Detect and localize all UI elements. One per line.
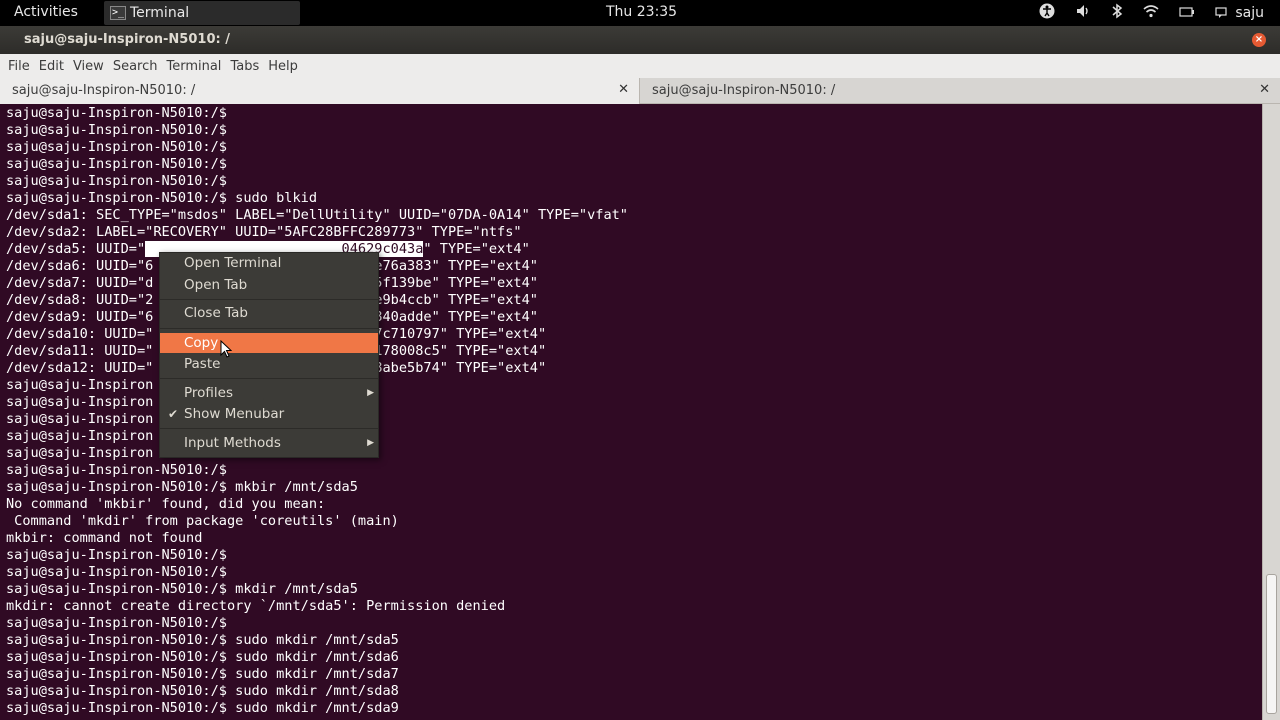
terminal-line: saju@saju-Inspiron-N5010:/$ (6, 615, 227, 631)
ctx-item-label: Close Tab (184, 305, 248, 321)
terminal-line: saju@saju-Inspiron-N5010:/$ (6, 564, 227, 580)
terminal-line: saju@saju-Inspiron-N5010:/$ (6, 105, 227, 121)
mouse-pointer-icon (220, 340, 232, 358)
chat-icon (1215, 7, 1227, 18)
terminal-line: saju@saju-Inspiron-N5010:/$ (6, 547, 227, 563)
tab-2[interactable]: saju@saju-Inspiron-N5010: / ✕ (640, 78, 1280, 104)
ctx-item-label: Input Methods (184, 435, 281, 451)
ctx-item-label: Copy (184, 335, 219, 351)
terminal-line: saju@saju-Inspiron-N5010:/$ sudo mkdir /… (6, 632, 399, 648)
battery-icon[interactable] (1179, 5, 1195, 21)
app-menu[interactable]: >_ Terminal (104, 1, 300, 25)
ctx-separator (160, 299, 378, 300)
ctx-close-tab[interactable]: Close Tab (160, 303, 378, 323)
terminal-line: saju@saju-Inspiron-N5010:/$ sudo mkdir /… (6, 683, 399, 699)
window-title: saju@saju-Inspiron-N5010: / (24, 32, 230, 47)
ctx-item-label: Open Terminal (184, 255, 282, 271)
terminal-line: saju@saju-Inspiron-N5010:/$ sudo mkdir /… (6, 700, 399, 716)
terminal-line: /dev/sda2: LABEL="RECOVERY" UUID="5AFC28… (6, 224, 522, 240)
wifi-icon[interactable] (1143, 4, 1159, 22)
window-close-button[interactable]: × (1252, 33, 1266, 47)
ctx-item-label: Paste (184, 356, 221, 372)
menu-help[interactable]: Help (268, 59, 298, 74)
submenu-arrow-icon: ▶ (367, 388, 374, 398)
clock[interactable]: Thu 23:35 (606, 4, 677, 20)
ctx-input-methods[interactable]: Input Methods ▶ (160, 433, 378, 453)
menu-tabs[interactable]: Tabs (230, 59, 259, 74)
tab-1[interactable]: saju@saju-Inspiron-N5010: / ✕ (0, 78, 640, 104)
menubar: File Edit View Search Terminal Tabs Help (0, 54, 1280, 78)
terminal-line: No command 'mkbir' found, did you mean: (6, 496, 326, 512)
menu-terminal[interactable]: Terminal (166, 59, 221, 74)
menu-file[interactable]: File (8, 59, 30, 74)
scrollbar[interactable] (1262, 104, 1280, 720)
terminal-line: /dev/sda1: SEC_TYPE="msdos" LABEL="DellU… (6, 207, 628, 223)
terminal-line: saju@saju-Inspiron-N5010:/$ (6, 122, 227, 138)
tab-close-icon[interactable]: ✕ (618, 82, 629, 97)
menu-view[interactable]: View (73, 59, 104, 74)
ctx-separator (160, 378, 378, 379)
app-menu-label: Terminal (130, 5, 190, 21)
ctx-item-label: Profiles (184, 385, 234, 401)
terminal-app-icon: >_ (110, 6, 126, 20)
terminal-line: saju@saju-Inspiron-N5010:/$ mkbir /mnt/s… (6, 479, 358, 495)
ctx-item-label: Open Tab (184, 277, 248, 293)
terminal-line: saju@saju-Inspiron-N5010:/$ (6, 462, 227, 478)
user-name: saju (1235, 5, 1264, 21)
ctx-item-label: Show Menubar (184, 406, 285, 422)
menu-edit[interactable]: Edit (39, 59, 64, 74)
terminal-line: mkbir: command not found (6, 530, 203, 546)
volume-icon[interactable] (1075, 3, 1091, 23)
tab-close-icon[interactable]: ✕ (1259, 82, 1270, 97)
terminal-line: saju@saju-Inspiron-N5010:/$ (6, 139, 227, 155)
terminal-line: mkdir: cannot create directory `/mnt/sda… (6, 598, 506, 614)
activities-button[interactable]: Activities (14, 4, 78, 20)
scrollbar-thumb[interactable] (1266, 574, 1277, 714)
terminal-line: saju@saju-Inspiron-N5010:/$ (6, 156, 227, 172)
bluetooth-icon[interactable] (1111, 3, 1123, 23)
terminal-line: saju@saju-Inspiron-N5010:/$ sudo mkdir /… (6, 649, 399, 665)
ctx-show-menubar[interactable]: ✔ Show Menubar (160, 404, 378, 424)
tab-bar: saju@saju-Inspiron-N5010: / ✕ saju@saju-… (0, 78, 1280, 104)
context-menu: Open Terminal Open Tab Close Tab Copy Pa… (159, 252, 379, 458)
tab-label: saju@saju-Inspiron-N5010: / (652, 83, 836, 98)
terminal-line: saju@saju-Inspiron-N5010:/$ sudo blkid (6, 190, 317, 206)
window-titlebar[interactable]: saju@saju-Inspiron-N5010: / × (0, 26, 1280, 54)
ctx-separator (160, 428, 378, 429)
terminal-line: Command 'mkdir' from package 'coreutils'… (6, 513, 399, 529)
system-tray: saju (1039, 3, 1264, 23)
ctx-separator (160, 328, 378, 329)
tab-label: saju@saju-Inspiron-N5010: / (12, 83, 196, 98)
ctx-paste[interactable]: Paste (160, 354, 378, 374)
accessibility-icon[interactable] (1039, 3, 1055, 23)
submenu-arrow-icon: ▶ (367, 438, 374, 448)
ctx-profiles[interactable]: Profiles ▶ (160, 383, 378, 403)
terminal-line: saju@saju-Inspiron-N5010:/$ (6, 173, 227, 189)
ctx-open-tab[interactable]: Open Tab (160, 275, 378, 295)
ctx-open-terminal[interactable]: Open Terminal (160, 253, 378, 273)
terminal-line: saju@saju-Inspiron-N5010:/$ mkdir /mnt/s… (6, 581, 358, 597)
user-menu[interactable]: saju (1215, 5, 1264, 21)
checkmark-icon: ✔ (168, 407, 179, 421)
menu-search[interactable]: Search (113, 59, 158, 74)
terminal-line: saju@saju-Inspiron-N5010:/$ sudo mkdir /… (6, 666, 399, 682)
ctx-copy[interactable]: Copy (160, 333, 378, 353)
top-panel: Activities >_ Terminal Thu 23:35 saju (0, 0, 1280, 26)
